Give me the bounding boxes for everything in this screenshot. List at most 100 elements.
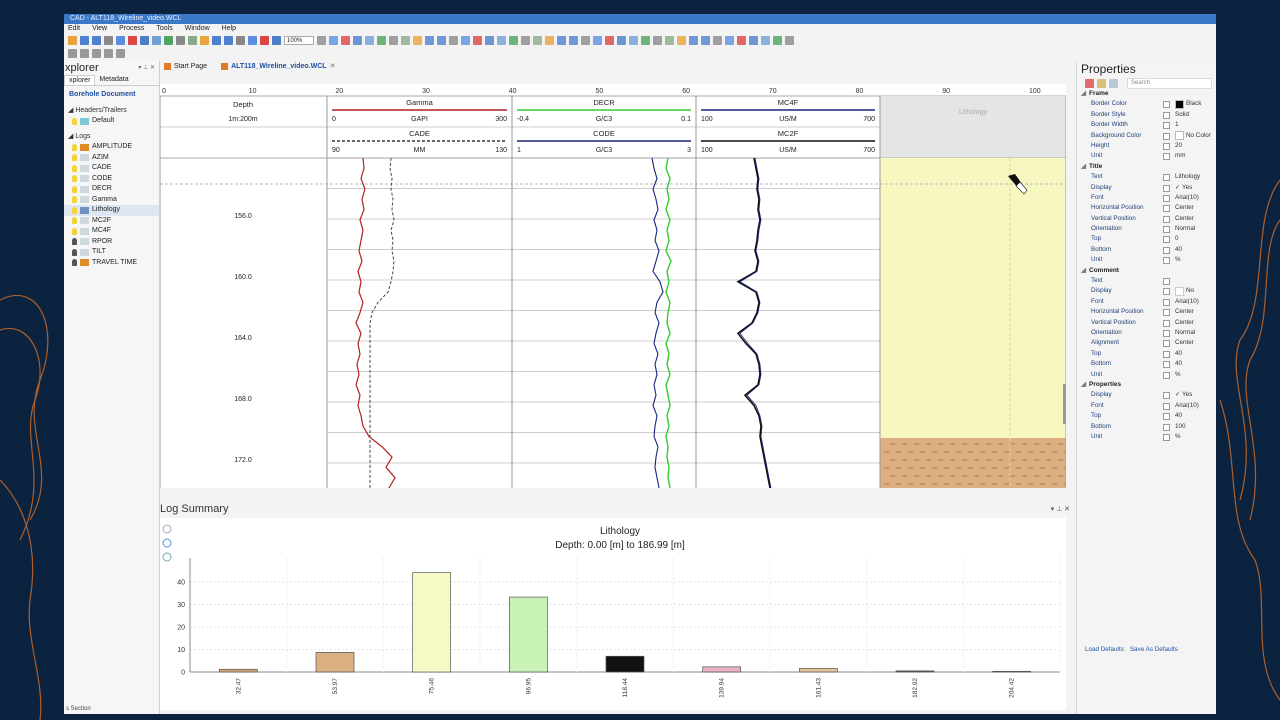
toolbar-button-icon[interactable] xyxy=(80,36,89,45)
toolbar-button-icon[interactable] xyxy=(545,36,554,45)
override-checkbox[interactable] xyxy=(1163,132,1170,140)
toolbar-button-icon[interactable] xyxy=(341,36,350,45)
tree-log-azim[interactable]: AZIM xyxy=(64,153,159,164)
toolbar-button-icon[interactable] xyxy=(425,36,434,45)
toolbar-button-icon[interactable] xyxy=(581,36,590,45)
explorer-pin-close-icon[interactable]: ▾ ⊥ ✕ xyxy=(138,61,155,75)
property-row[interactable]: Unit mm xyxy=(1077,151,1216,161)
tree-log-tilt[interactable]: TILT xyxy=(64,247,159,258)
override-checkbox[interactable] xyxy=(1163,122,1170,130)
menu-process[interactable]: Process xyxy=(119,24,144,34)
toolbar-button-icon[interactable] xyxy=(473,36,482,45)
property-category[interactable]: ◢ Frame xyxy=(1077,89,1216,99)
override-checkbox[interactable] xyxy=(1163,153,1170,161)
property-value[interactable]: Arial(10) xyxy=(1175,297,1199,307)
toolbar-button-icon[interactable] xyxy=(497,36,506,45)
property-value[interactable]: 40 xyxy=(1175,359,1182,369)
toolbar-button-icon[interactable] xyxy=(80,49,89,58)
tree-section-logs[interactable]: ◢ Logs xyxy=(64,132,159,143)
lightbulb-icon[interactable] xyxy=(72,259,77,267)
property-value[interactable]: Center xyxy=(1175,203,1194,213)
toolbar-button-icon[interactable] xyxy=(200,36,209,45)
property-category[interactable]: ◢ Comment xyxy=(1077,266,1216,276)
toolbar-button-icon[interactable] xyxy=(449,36,458,45)
lightbulb-icon[interactable] xyxy=(72,175,77,183)
properties-search-input[interactable]: Search xyxy=(1127,77,1212,89)
chart-tool-icon[interactable] xyxy=(162,524,172,534)
toolbar-button-icon[interactable] xyxy=(104,49,113,58)
toolbar-button-icon[interactable] xyxy=(665,36,674,45)
toolbar-button-icon[interactable] xyxy=(317,36,326,45)
property-value[interactable]: 20 xyxy=(1175,141,1182,151)
property-row[interactable]: Font Arial(10) xyxy=(1077,401,1216,411)
menu-edit[interactable]: Edit xyxy=(68,24,80,34)
override-checkbox[interactable] xyxy=(1163,413,1170,421)
sort-icon[interactable] xyxy=(1085,78,1094,88)
tab-explorer[interactable]: xplorer xyxy=(64,75,96,85)
override-checkbox[interactable] xyxy=(1163,392,1170,400)
property-value[interactable]: Center xyxy=(1175,318,1194,328)
tree-section-headers[interactable]: ◢ Headers/Trailers xyxy=(64,106,159,117)
toolbar-button-icon[interactable] xyxy=(176,36,185,45)
property-value[interactable]: % xyxy=(1175,255,1181,265)
toolbar-button-icon[interactable] xyxy=(272,36,281,45)
lightbulb-icon[interactable] xyxy=(72,154,77,162)
property-row[interactable]: Bottom 40 xyxy=(1077,359,1216,369)
override-checkbox[interactable] xyxy=(1163,319,1170,327)
property-value[interactable]: Center xyxy=(1175,307,1194,317)
toolbar-button-icon[interactable] xyxy=(68,36,77,45)
property-row[interactable]: Orientation Normal xyxy=(1077,224,1216,234)
tree-log-mc2f[interactable]: MC2F xyxy=(64,216,159,227)
toolbar-button-icon[interactable] xyxy=(689,36,698,45)
override-checkbox[interactable] xyxy=(1163,174,1170,182)
lightbulb-icon[interactable] xyxy=(72,217,77,225)
menu-window[interactable]: Window xyxy=(185,24,210,34)
property-row[interactable]: Font Arial(10) xyxy=(1077,297,1216,307)
toolbar-button-icon[interactable] xyxy=(509,36,518,45)
property-pages-icon[interactable] xyxy=(1109,78,1118,88)
property-row[interactable]: Border Color Black xyxy=(1077,99,1216,110)
property-row[interactable]: Display ✓ Yes xyxy=(1077,390,1216,400)
property-category[interactable]: ◢ Properties xyxy=(1077,380,1216,390)
property-value[interactable]: Arial(10) xyxy=(1175,193,1199,203)
menu-help[interactable]: Help xyxy=(222,24,236,34)
property-value[interactable]: Normal xyxy=(1175,328,1195,338)
toolbar-button-icon[interactable] xyxy=(617,36,626,45)
property-value[interactable]: Solid xyxy=(1175,110,1189,120)
log-plot[interactable]: 0 10 20 30 40 50 60 70 80 90 100 Lithology Depth 1m:2… xyxy=(159,84,1075,489)
override-checkbox[interactable] xyxy=(1163,329,1170,337)
toolbar-button-icon[interactable] xyxy=(761,36,770,45)
toolbar-button-icon[interactable] xyxy=(212,36,221,45)
property-row[interactable]: Height 20 xyxy=(1077,141,1216,151)
toolbar-button-icon[interactable] xyxy=(521,36,530,45)
property-value[interactable]: Normal xyxy=(1175,224,1195,234)
tree-borehole-document[interactable]: Borehole Document xyxy=(64,90,159,101)
property-value[interactable]: % xyxy=(1175,432,1181,442)
property-value[interactable]: Lithology xyxy=(1175,172,1200,182)
menu-tools[interactable]: Tools xyxy=(156,24,172,34)
tree-log-lithology[interactable]: Lithology xyxy=(64,205,159,216)
override-checkbox[interactable] xyxy=(1163,361,1170,369)
toolbar-button-icon[interactable] xyxy=(377,36,386,45)
property-row[interactable]: Display ✓ Yes xyxy=(1077,183,1216,193)
property-value[interactable]: % xyxy=(1175,370,1181,380)
toolbar-button-icon[interactable] xyxy=(140,36,149,45)
collapse-icon[interactable]: ◢ xyxy=(1081,267,1086,274)
tree-item-default[interactable]: Default xyxy=(64,116,159,127)
lightbulb-icon[interactable] xyxy=(72,238,77,246)
lightbulb-icon[interactable] xyxy=(72,196,77,204)
property-row[interactable]: Unit% xyxy=(1077,255,1216,265)
close-tab-icon[interactable]: ✕ xyxy=(330,62,336,70)
toolbar-button-icon[interactable] xyxy=(461,36,470,45)
property-row[interactable]: Alignment Center xyxy=(1077,338,1216,348)
toolbar-button-icon[interactable] xyxy=(116,49,125,58)
plot-scrollbar[interactable] xyxy=(1063,384,1066,424)
override-checkbox[interactable] xyxy=(1163,205,1170,213)
property-value[interactable]: ✓ Yes xyxy=(1175,183,1192,193)
lightbulb-icon[interactable] xyxy=(72,206,77,214)
override-checkbox[interactable] xyxy=(1163,226,1170,234)
override-checkbox[interactable] xyxy=(1163,194,1170,202)
toolbar-button-icon[interactable] xyxy=(653,36,662,45)
tree-log-amplitude[interactable]: AMPLITUDE xyxy=(64,142,159,153)
property-value[interactable]: Black xyxy=(1175,99,1201,110)
